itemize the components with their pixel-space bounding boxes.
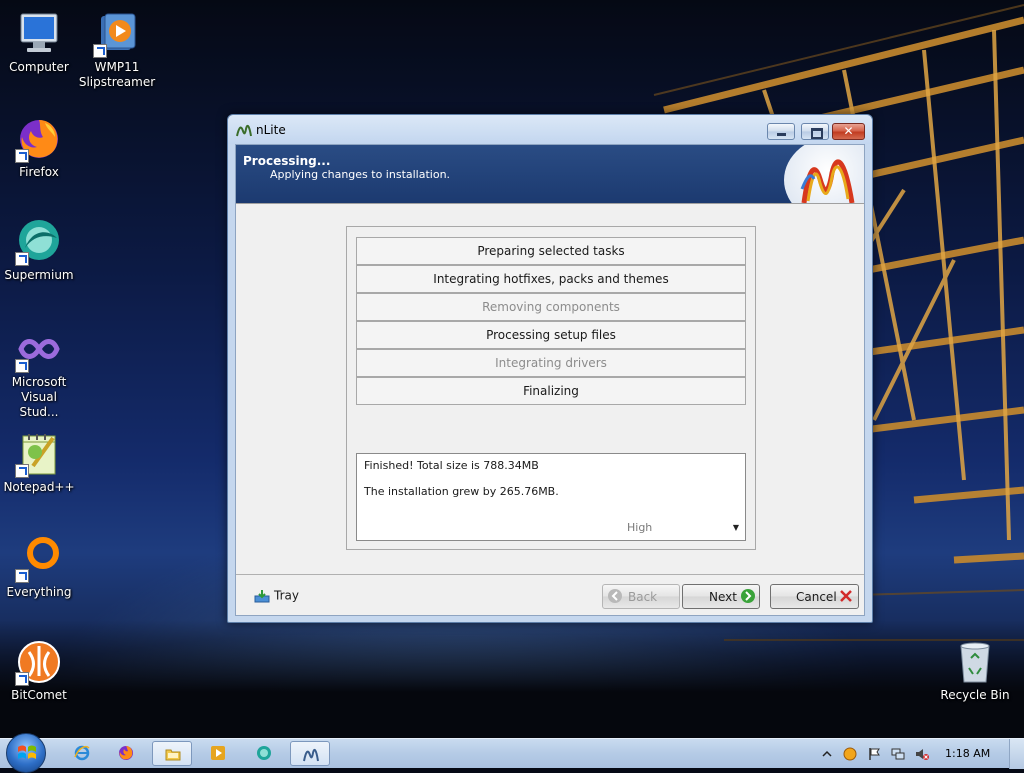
minimize-icon [768,124,794,139]
taskbar-supermium[interactable] [244,741,284,766]
windows-logo-icon [18,745,36,759]
taskbar-ie[interactable] [62,741,102,766]
nlite-window: nLite ✕ Processing... Applying changes t… [227,114,873,623]
task-row: Integrating hotfixes, packs and themes [356,265,746,293]
visual-studio-icon [15,325,63,373]
maximize-icon [802,124,828,139]
desktop-icon-computer[interactable]: Computer [0,10,78,75]
minimize-button[interactable] [767,123,795,140]
desktop-icon-recycle-bin[interactable]: Recycle Bin [936,638,1014,703]
task-row: Processing setup files [356,321,746,349]
everything-icon [15,535,63,583]
taskbar-firefox[interactable] [106,741,146,766]
cancel-x-icon [839,589,853,603]
window-title: nLite [256,123,286,137]
desktop-icon-notepadpp[interactable]: Notepad++ [0,430,78,495]
nlite-header-logo-icon [784,145,864,203]
desktop-icon-visual-studio[interactable]: Microsoft Visual Stud... [0,325,78,420]
wmp-icon [211,746,225,760]
action-center-flag-icon[interactable] [867,747,881,761]
tray-icon [254,589,270,603]
nlite-icon [303,748,319,762]
computer-icon [15,10,63,58]
firefox-icon [119,746,133,760]
next-button[interactable]: Next [682,584,760,609]
shortcut-arrow-icon [15,359,29,373]
network-icon[interactable] [891,747,905,761]
log-line-total-size: Finished! Total size is 788.34MB [364,459,539,472]
bitcomet-icon [15,638,63,686]
show-hidden-icons-icon[interactable] [820,747,834,761]
desktop-icon-firefox[interactable]: Firefox [0,115,78,180]
shortcut-arrow-icon [15,672,29,686]
taskbar-nlite[interactable] [290,741,330,766]
taskbar-wmp[interactable] [198,741,238,766]
task-row: Finalizing [356,377,746,405]
nlite-logo-icon [236,124,252,137]
tray-button[interactable]: Tray [254,588,299,608]
priority-dropdown[interactable]: High ▼ [617,518,743,537]
desktop-icon-wmp11-slipstreamer[interactable]: WMP11 Slipstreamer [78,10,156,90]
taskbar-explorer[interactable] [152,741,192,766]
window-titlebar[interactable]: nLite ✕ [228,115,872,144]
ie-icon [74,745,90,761]
cancel-button[interactable]: Cancel [770,584,859,609]
taskbar: 1:18 AM [0,733,1024,773]
desktop-icon-everything[interactable]: Everything [0,535,78,600]
log-box: Finished! Total size is 788.34MB The ins… [356,453,746,541]
show-desktop-button[interactable] [1009,739,1024,769]
tray-app-icon[interactable] [843,747,857,761]
shortcut-arrow-icon [15,252,29,266]
task-row: Removing components [356,293,746,321]
window-client: Processing... Applying changes to instal… [235,144,865,616]
next-arrow-icon [741,589,755,603]
start-button[interactable] [6,733,46,773]
shortcut-arrow-icon [15,464,29,478]
header-separator [236,203,864,204]
shortcut-arrow-icon [15,569,29,583]
priority-value: High [627,521,653,534]
header-subtitle: Applying changes to installation. [270,168,451,181]
back-button[interactable]: Back [602,584,680,609]
chevron-down-icon: ▼ [732,523,739,532]
desktop-icon-bitcomet[interactable]: BitComet [0,638,78,703]
wmp-icon [93,10,141,58]
taskbar-clock[interactable]: 1:18 AM [945,747,990,760]
close-icon: ✕ [843,124,854,138]
close-button[interactable]: ✕ [832,123,865,140]
supermium-icon [257,746,271,760]
header-title: Processing... [243,154,331,168]
shortcut-arrow-icon [15,149,29,163]
maximize-button[interactable] [801,123,829,140]
task-row: Integrating drivers [356,349,746,377]
shortcut-arrow-icon [93,44,107,58]
desktop-icon-supermium[interactable]: Supermium [0,218,78,283]
log-line-growth: The installation grew by 265.76MB. [364,485,559,498]
recycle-bin-icon [951,638,999,686]
task-panel: Preparing selected tasks Integrating hot… [346,226,756,550]
notepadpp-icon [15,430,63,478]
wizard-header: Processing... Applying changes to instal… [236,145,864,203]
firefox-icon [15,115,63,163]
task-row: Preparing selected tasks [356,237,746,265]
footer-separator [236,574,864,575]
back-arrow-icon [608,589,622,603]
wallpaper-road [0,620,1024,740]
explorer-icon [165,749,181,761]
supermium-icon [15,218,63,266]
volume-muted-icon[interactable] [915,747,929,761]
